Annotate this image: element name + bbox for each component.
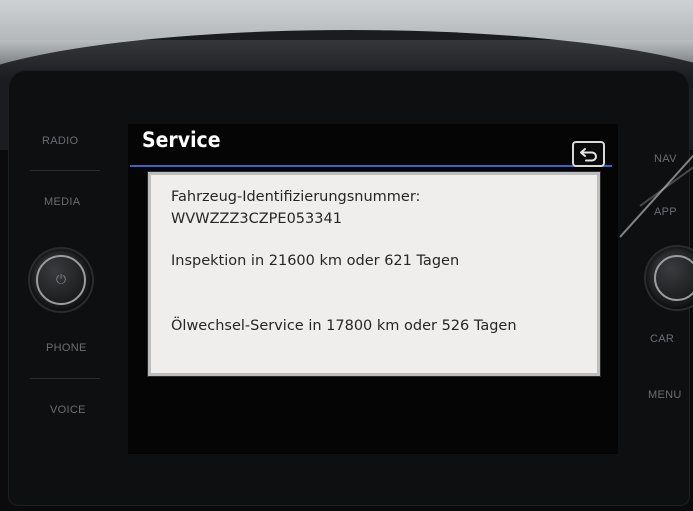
- phone-button[interactable]: PHONE: [46, 342, 87, 354]
- back-arrow-icon: [580, 148, 597, 162]
- nav-button[interactable]: NAV: [654, 153, 677, 165]
- power-icon: ⏻: [55, 272, 67, 288]
- vin-value: WVWZZZ3CZPE053341: [171, 211, 342, 227]
- voice-button[interactable]: VOICE: [50, 404, 86, 416]
- radio-button[interactable]: RADIO: [42, 135, 78, 147]
- menu-button[interactable]: MENU: [648, 389, 682, 401]
- media-button[interactable]: MEDIA: [44, 196, 80, 208]
- back-button[interactable]: [572, 141, 605, 167]
- vin-label: Fahrzeug-Identifizierungsnummer:: [171, 189, 421, 205]
- infotainment-scene: RADIO MEDIA ⏻ PHONE VOICE NAV APP CAR ME…: [0, 0, 693, 511]
- volume-knob[interactable]: ⏻: [30, 249, 92, 311]
- left-divider: [30, 378, 100, 379]
- left-divider: [30, 170, 100, 171]
- tune-knob-ring: [654, 255, 693, 301]
- app-button[interactable]: APP: [654, 206, 677, 218]
- oil-service-status: Ölwechsel-Service in 17800 km oder 526 T…: [171, 318, 517, 334]
- car-button[interactable]: CAR: [650, 333, 674, 345]
- inspection-status: Inspektion in 21600 km oder 621 Tagen: [171, 253, 460, 269]
- title-underline: [130, 165, 612, 167]
- page-title: Service: [142, 128, 221, 152]
- service-info-panel: Fahrzeug-Identifizierungsnummer: WVWZZZ3…: [148, 172, 600, 376]
